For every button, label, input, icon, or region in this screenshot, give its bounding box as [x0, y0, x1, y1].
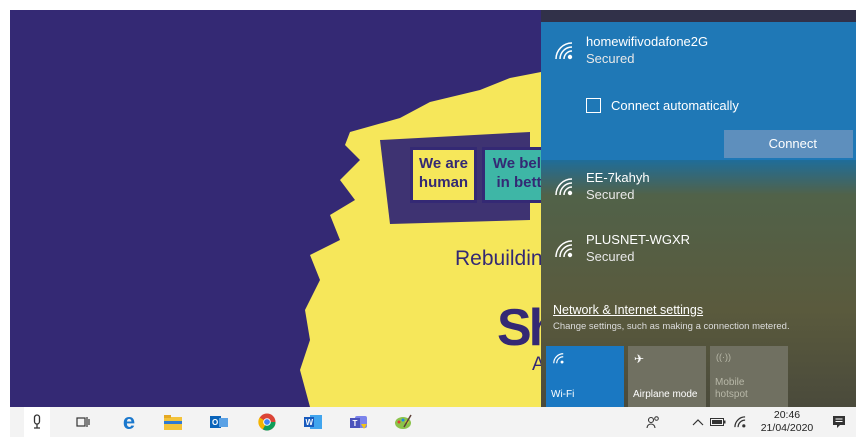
wifi-tray-icon[interactable] [733, 407, 747, 437]
flyout-top-strip [541, 10, 856, 22]
clock-time: 20:46 [773, 409, 801, 421]
outlook-icon[interactable]: O [204, 407, 234, 437]
hotspot-icon: ((·)) [716, 352, 731, 362]
network-name: EE-7kahyh [586, 170, 650, 185]
network-name: PLUSNET-WGXR [586, 232, 691, 247]
svg-text:W: W [306, 418, 314, 427]
wifi-toggle-tile[interactable]: Wi-Fi [546, 346, 624, 407]
card1-line2: human [418, 174, 469, 191]
mobile-hotspot-tile[interactable]: ((·)) Mobile hotspot [710, 346, 788, 407]
people-icon[interactable] [646, 407, 660, 437]
airplane-icon: ✈ [634, 352, 645, 366]
network-name: homewifivodafone2G [586, 34, 709, 49]
wifi-icon [555, 240, 573, 258]
network-settings-description: Change settings, such as making a connec… [553, 321, 790, 332]
taskbar-clock[interactable]: 20:46 21/04/2020 [758, 409, 816, 435]
battery-icon[interactable] [710, 407, 726, 437]
wifi-icon [552, 352, 565, 368]
edge-browser-icon[interactable]: e [114, 407, 144, 437]
network-item-homewifivodafone2g[interactable]: homewifivodafone2G Secured [553, 34, 843, 74]
network-settings-link[interactable]: Network & Internet settings [553, 303, 703, 317]
chrome-icon[interactable] [252, 407, 282, 437]
network-item-ee-7kahyh[interactable]: EE-7kahyh Secured [553, 170, 843, 210]
network-status: Secured [586, 249, 635, 264]
connect-automatically-option[interactable]: Connect automatically [586, 95, 739, 115]
tile-label-line2: hotspot [715, 389, 748, 400]
connect-automatically-label: Connect automatically [611, 97, 739, 113]
tile-label-line1: Mobile [715, 377, 745, 388]
notifications-icon[interactable] [832, 407, 846, 437]
selected-network-panel[interactable]: homewifivodafone2G Secured Connect autom… [541, 22, 856, 160]
task-view-icon[interactable] [68, 407, 98, 437]
tile-label: Mobile hotspot [715, 377, 748, 401]
svg-text:T: T [353, 419, 358, 428]
wallpaper-card-human: We are human [410, 147, 477, 203]
connect-button[interactable]: Connect [724, 130, 853, 158]
network-flyout: homewifivodafone2G Secured Connect autom… [541, 10, 856, 407]
wifi-icon [555, 42, 573, 60]
tile-label: Airplane mode [633, 389, 698, 400]
word-icon[interactable]: W [298, 407, 328, 437]
airplane-mode-tile[interactable]: ✈ Airplane mode [628, 346, 706, 407]
card1-line1: We are [419, 155, 468, 172]
network-status: Secured [586, 51, 635, 66]
network-status: Secured [586, 187, 635, 202]
chevron-up-icon[interactable] [692, 407, 704, 437]
tile-label: Wi-Fi [551, 389, 575, 400]
file-explorer-icon[interactable] [158, 407, 188, 437]
wallpaper-tagline: Rebuilding [455, 247, 555, 270]
clock-date: 21/04/2020 [760, 422, 814, 434]
network-item-plusnet-wgxr[interactable]: PLUSNET-WGXR Secured [553, 232, 843, 272]
wifi-icon [555, 178, 573, 196]
paint-icon[interactable] [388, 407, 418, 437]
svg-text:O: O [212, 418, 218, 427]
connect-automatically-checkbox[interactable] [586, 97, 601, 113]
microphone-icon[interactable] [24, 407, 50, 437]
taskbar: e O W T 20:46 21/04/2020 [10, 407, 856, 437]
teams-icon[interactable]: T [344, 407, 374, 437]
